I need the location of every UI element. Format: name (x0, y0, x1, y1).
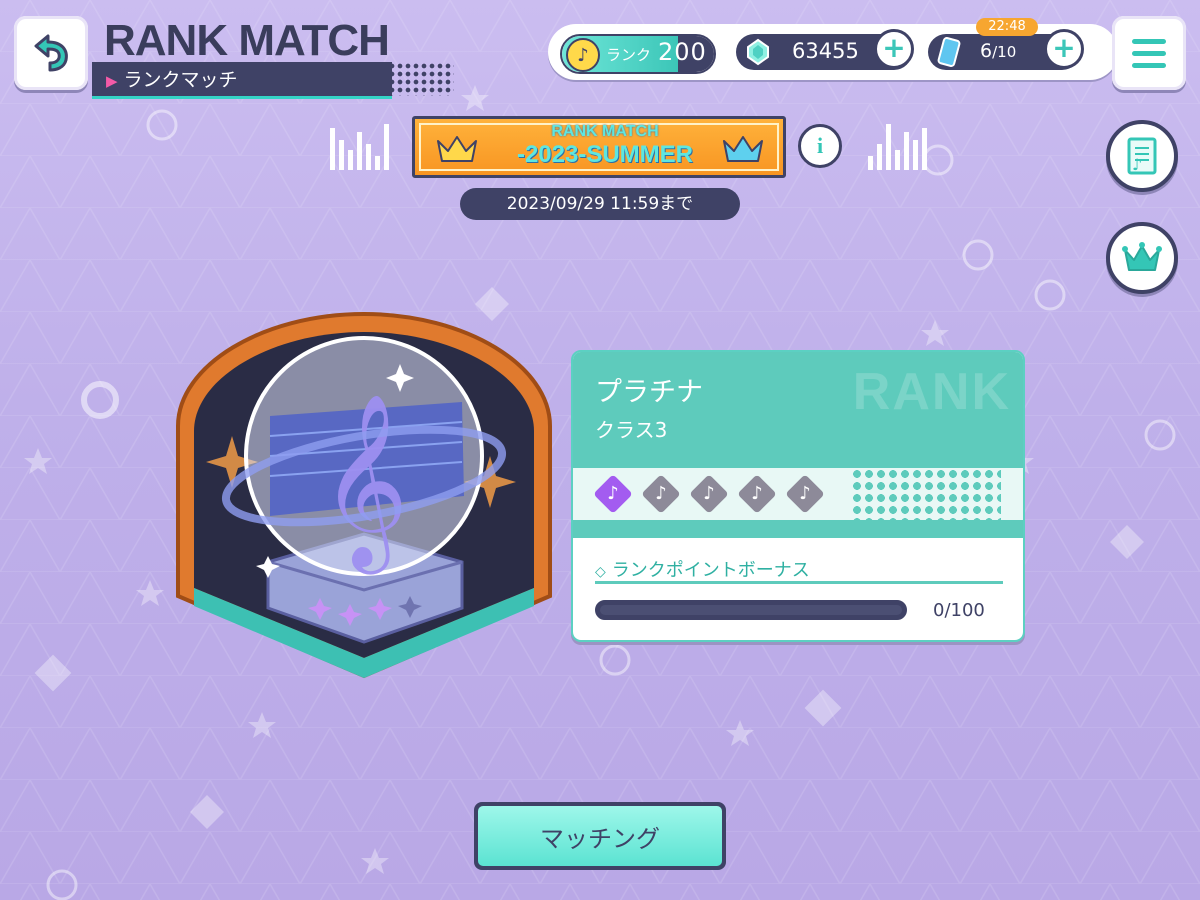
event-banner-title: RANK MATCH (551, 123, 659, 140)
crown-icon (437, 136, 477, 162)
player-rank-pill[interactable]: ♪ ランク 200 (560, 34, 716, 74)
crown-icon (1122, 242, 1162, 271)
music-sheet-icon: ♪ (1127, 137, 1157, 175)
bonus-divider (595, 581, 1003, 584)
rank-watermark: RANK (852, 363, 1011, 421)
bonus-progress-bar (595, 600, 907, 620)
class-step-1: ♪ (593, 474, 633, 514)
plus-icon: + (1052, 30, 1076, 64)
music-note-icon: ♪ (799, 483, 811, 504)
ranking-button[interactable] (1106, 222, 1178, 294)
triangle-icon: ▶ (106, 72, 118, 90)
rules-button[interactable]: ♪ (1106, 120, 1178, 192)
matching-button[interactable]: マッチング (474, 802, 726, 870)
music-note-icon: ♪ (566, 38, 600, 72)
gem-count: 63455 (792, 39, 859, 63)
ticket-recovery-timer: 22:48 (976, 18, 1038, 36)
bonus-progress-text: 0/100 (933, 600, 985, 621)
music-note-icon: ♪ (703, 483, 715, 504)
back-button[interactable] (14, 16, 88, 90)
svg-text:𝄞: 𝄞 (320, 393, 409, 575)
ticket-max: /10 (992, 43, 1017, 61)
ticket-count: 6/10 (980, 40, 1016, 62)
page-title-block: RANK MATCH ▶ ランクマッチ (92, 14, 472, 99)
matching-button-label: マッチング (478, 806, 722, 866)
class-step-2: ♪ (641, 474, 681, 514)
hamburger-menu-icon (1132, 38, 1166, 44)
rank-label: ランク (606, 46, 652, 64)
equalizer-decoration-right (868, 122, 927, 170)
event-banner-season: -2023-SUMMER (516, 141, 694, 168)
bonus-progress-track (600, 605, 902, 615)
plus-icon: + (882, 30, 906, 64)
menu-button[interactable] (1112, 16, 1186, 90)
svg-text:♪: ♪ (1132, 155, 1142, 174)
diamond-bullet-icon: ◇ (595, 564, 606, 580)
page-subtitle: ▶ ランクマッチ (106, 65, 238, 92)
back-arrow-icon (34, 34, 68, 72)
crystal-icon (747, 38, 769, 66)
subtitle-bar-dots (388, 62, 454, 96)
ticket-icon (937, 37, 961, 67)
ticket-current: 6 (980, 40, 993, 62)
rank-info-card: RANK プラチナ クラス3 ♪ ♪ ♪ ♪ ♪ ◇ ランクポイントボーナス 0/100 (571, 350, 1025, 642)
add-gems-button[interactable]: + (874, 29, 914, 69)
event-deadline: 2023/09/29 11:59まで (460, 188, 740, 220)
music-note-icon: ♪ (607, 483, 619, 504)
info-icon: i (816, 133, 824, 158)
class-step-4: ♪ (737, 474, 777, 514)
crown-icon (723, 136, 763, 162)
rank-value: 200 (658, 38, 707, 66)
page-subtitle-text: ランクマッチ (123, 69, 238, 91)
equalizer-decoration-left (330, 122, 389, 170)
add-tickets-button[interactable]: + (1044, 29, 1084, 69)
rank-class: クラス3 (595, 418, 668, 442)
page-title: RANK MATCH (104, 16, 390, 65)
menu-line (1132, 50, 1166, 56)
menu-line (1132, 62, 1166, 68)
rank-emblem: 𝄞 (176, 311, 552, 679)
music-note-icon: ♪ (655, 483, 667, 504)
info-button[interactable]: i (798, 124, 842, 168)
class-step-3: ♪ (689, 474, 729, 514)
class-step-5: ♪ (785, 474, 825, 514)
music-note-icon: ♪ (751, 483, 763, 504)
rank-point-bonus-label: ◇ ランクポイントボーナス (595, 556, 810, 582)
currency-status-bar: ♪ ランク 200 63455 + 6/10 22:48 + (548, 18, 1118, 80)
event-banner[interactable]: RANK MATCH -2023-SUMMER (412, 116, 786, 178)
rank-point-bonus-text: ランクポイントボーナス (611, 560, 810, 581)
class-strip-dots (851, 468, 1001, 520)
rank-tier-name: プラチナ (595, 377, 703, 408)
